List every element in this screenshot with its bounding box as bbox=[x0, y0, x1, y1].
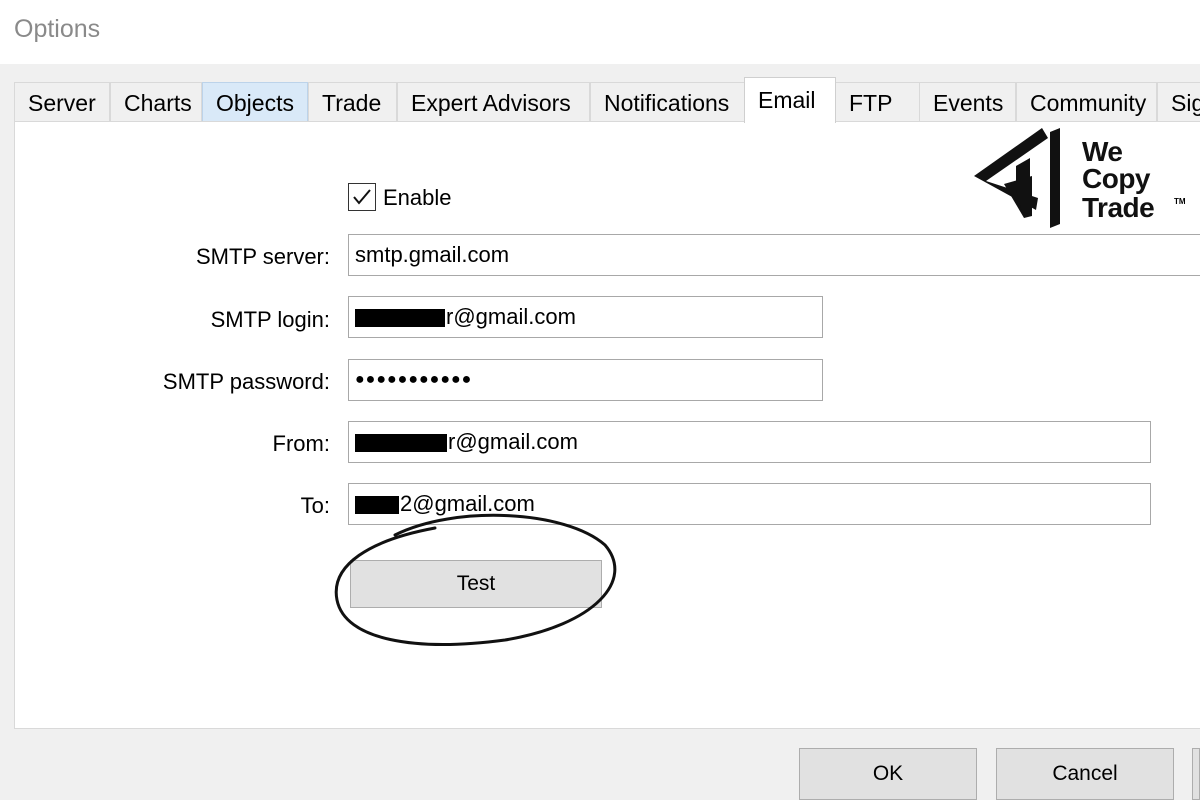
cancel-button[interactable]: Cancel bbox=[996, 748, 1174, 800]
tab-ftp[interactable]: FTP bbox=[835, 82, 920, 122]
to-input[interactable]: 2@gmail.com bbox=[348, 483, 1151, 525]
smtp-login-label: SMTP login: bbox=[210, 307, 330, 332]
help-button[interactable] bbox=[1192, 748, 1200, 800]
enable-label: Enable bbox=[383, 185, 452, 210]
smtp-password-label: SMTP password: bbox=[162, 369, 330, 394]
window-title: Options bbox=[14, 15, 101, 43]
logo-text-trade: Trade bbox=[1082, 192, 1155, 223]
enable-checkbox[interactable] bbox=[348, 183, 376, 211]
smtp-login-value: r@gmail.com bbox=[446, 304, 576, 329]
from-value: r@gmail.com bbox=[448, 429, 578, 454]
smtp-password-input[interactable]: ●●●●●●●●●●● bbox=[348, 359, 823, 401]
test-button[interactable]: Test bbox=[350, 560, 602, 608]
tab-community[interactable]: Community bbox=[1016, 82, 1157, 122]
smtp-server-value: smtp.gmail.com bbox=[355, 242, 510, 267]
tab-email[interactable]: Email bbox=[744, 77, 836, 123]
tab-expert-advisors[interactable]: Expert Advisors bbox=[397, 82, 590, 122]
logo-text-copy: Copy bbox=[1082, 163, 1151, 194]
from-input[interactable]: r@gmail.com bbox=[348, 421, 1151, 463]
tab-strip: Server Charts Objects Trade Expert Advis… bbox=[14, 77, 1200, 123]
tab-signals[interactable]: Sig bbox=[1157, 82, 1200, 122]
smtp-server-input[interactable]: smtp.gmail.com bbox=[348, 234, 1200, 276]
tab-trade[interactable]: Trade bbox=[308, 82, 397, 122]
ok-button[interactable]: OK bbox=[799, 748, 977, 800]
tab-notifications[interactable]: Notifications bbox=[590, 82, 745, 122]
from-label: From: bbox=[272, 431, 330, 456]
redaction-mark bbox=[355, 496, 399, 515]
title-bar: Options bbox=[0, 0, 1200, 64]
redaction-mark bbox=[355, 309, 445, 328]
redaction-mark bbox=[355, 434, 447, 453]
logo-trademark: TM bbox=[1174, 197, 1186, 206]
smtp-server-label: SMTP server: bbox=[195, 244, 330, 269]
logo-text-we: We bbox=[1082, 136, 1123, 167]
tab-server[interactable]: Server bbox=[14, 82, 110, 122]
smtp-password-value: ●●●●●●●●●●● bbox=[355, 371, 473, 388]
to-value: 2@gmail.com bbox=[400, 491, 535, 516]
checkmark-icon bbox=[353, 189, 371, 205]
to-label: To: bbox=[300, 493, 330, 518]
smtp-login-input[interactable]: r@gmail.com bbox=[348, 296, 823, 338]
tab-objects[interactable]: Objects bbox=[202, 82, 308, 122]
tab-charts[interactable]: Charts bbox=[110, 82, 202, 122]
tab-events[interactable]: Events bbox=[919, 82, 1016, 122]
